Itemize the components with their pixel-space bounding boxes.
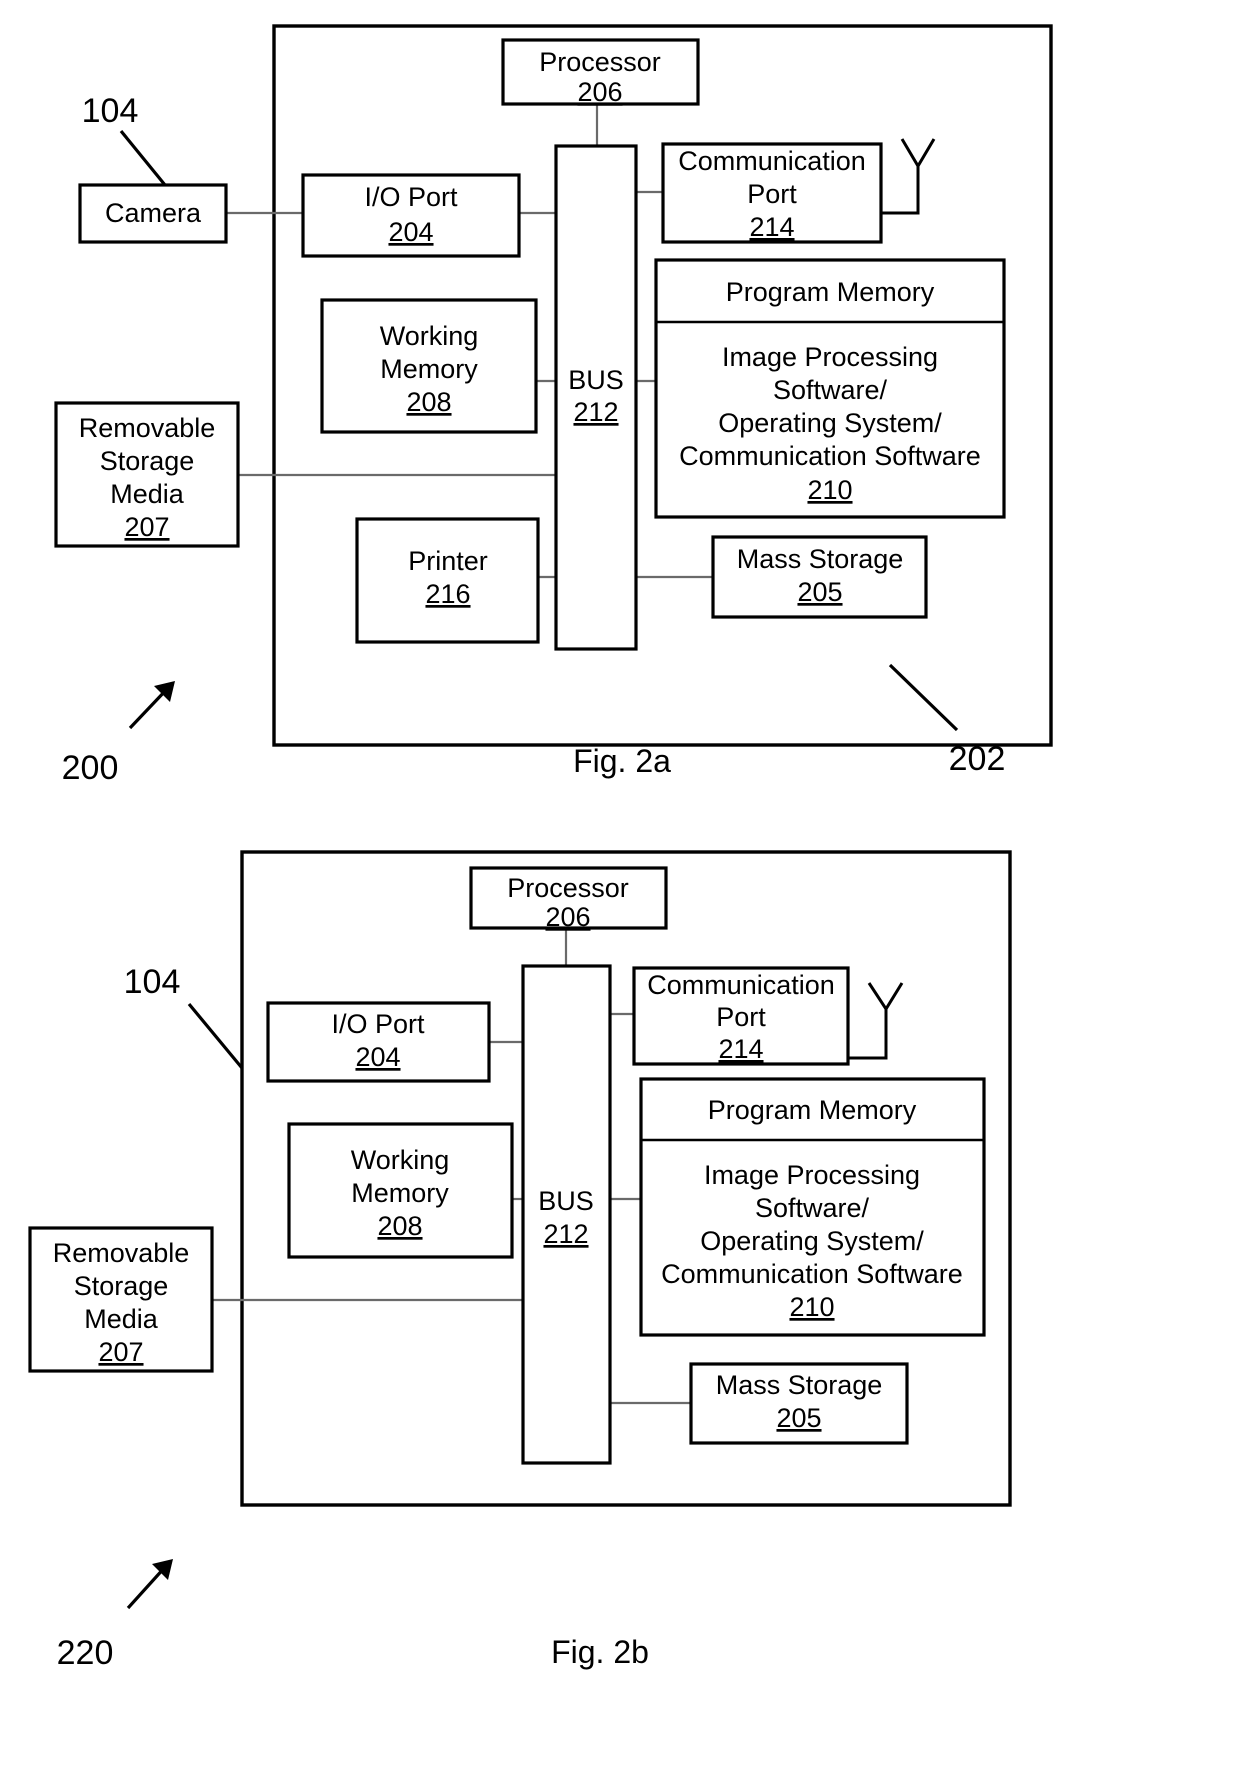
fig2b-block-io-port: I/O Port 204 [266, 1001, 491, 1083]
figures-svg: Camera 104 I/O Port 204 Processor 206 BU… [28, 24, 1053, 1672]
bus-title: BUS [538, 1186, 594, 1216]
program-memory-line-2: Software/ [755, 1193, 870, 1223]
fig2b-block-working-memory: Working Memory 208 [287, 1122, 514, 1259]
processor-title: Processor [539, 47, 661, 77]
fig2a-label-104: 104 [82, 92, 167, 187]
fig2a-ref-202: 202 [949, 740, 1006, 778]
fig2b-block-communication-port: Communication Port 214 [632, 966, 850, 1066]
fig2a-block-program-memory: Program Memory Image Processing Software… [654, 258, 1006, 519]
removable-title-2: Storage [74, 1271, 169, 1301]
processor-ref: 206 [545, 902, 590, 932]
figure-2a: Camera 104 I/O Port 204 Processor 206 BU… [54, 24, 1053, 787]
comm-port-ref: 214 [718, 1034, 763, 1064]
processor-ref: 206 [577, 77, 622, 107]
removable-title-3: Media [84, 1304, 159, 1334]
working-memory-ref: 208 [377, 1211, 422, 1241]
fig2a-block-processor: Processor 206 [501, 38, 700, 107]
mass-storage-title: Mass Storage [737, 544, 904, 574]
comm-port-title-2: Port [716, 1002, 766, 1032]
processor-title: Processor [507, 873, 629, 903]
fig2b-block-processor: Processor 206 [469, 866, 668, 932]
working-memory-title-1: Working [351, 1145, 450, 1175]
program-memory-line-3: Operating System/ [700, 1226, 924, 1256]
removable-ref: 207 [98, 1337, 143, 1367]
program-memory-header: Program Memory [726, 277, 935, 307]
mass-storage-ref: 205 [797, 577, 842, 607]
fig2b-label-220: 220 [57, 1559, 173, 1672]
program-memory-line-2: Software/ [773, 375, 888, 405]
figure-2b: 104 I/O Port 204 Processor 206 BUS 212 C… [28, 850, 1012, 1672]
fig2a-block-removable-storage: Removable Storage Media 207 [54, 401, 240, 548]
io-port-ref: 204 [388, 217, 433, 247]
fig2a-ref-104: 104 [82, 92, 139, 130]
fig2a-block-communication-port: Communication Port 214 [661, 142, 883, 244]
comm-port-title-2: Port [747, 179, 797, 209]
fig2b-block-bus: BUS 212 [521, 964, 612, 1465]
fig2a-block-mass-storage: Mass Storage 205 [711, 535, 928, 619]
removable-ref: 207 [124, 512, 169, 542]
fig2a-caption: Fig. 2a [573, 743, 671, 779]
camera-title: Camera [105, 198, 202, 228]
removable-title-1: Removable [79, 413, 216, 443]
removable-title-3: Media [110, 479, 185, 509]
working-memory-title-1: Working [380, 321, 479, 351]
printer-title: Printer [408, 546, 488, 576]
program-memory-line-1: Image Processing [704, 1160, 920, 1190]
fig2b-ref-220: 220 [57, 1634, 114, 1672]
program-memory-ref: 210 [807, 475, 852, 505]
removable-title-2: Storage [100, 446, 195, 476]
fig2a-block-bus: BUS 212 [554, 144, 638, 651]
comm-port-ref: 214 [749, 212, 794, 242]
comm-port-title-1: Communication [647, 970, 835, 1000]
fig2a-block-camera: Camera [78, 183, 228, 244]
fig2b-block-program-memory: Program Memory Image Processing Software… [639, 1077, 986, 1337]
fig2b-block-mass-storage: Mass Storage 205 [689, 1362, 909, 1445]
bus-title: BUS [568, 365, 624, 395]
working-memory-title-2: Memory [380, 354, 478, 384]
program-memory-line-1: Image Processing [722, 342, 938, 372]
io-port-ref: 204 [355, 1042, 400, 1072]
printer-ref: 216 [425, 579, 470, 609]
fig2b-caption: Fig. 2b [551, 1634, 649, 1670]
mass-storage-title: Mass Storage [716, 1370, 883, 1400]
program-memory-line-4: Communication Software [679, 441, 981, 471]
fig2a-block-printer: Printer 216 [355, 517, 540, 644]
fig2a-block-working-memory: Working Memory 208 [320, 298, 538, 434]
fig2b-label-104: 104 [124, 963, 244, 1070]
removable-title-1: Removable [53, 1238, 190, 1268]
working-memory-ref: 208 [406, 387, 451, 417]
io-port-title: I/O Port [331, 1009, 425, 1039]
fig2a-block-io-port: I/O Port 204 [301, 173, 521, 258]
fig2a-ref-200: 200 [62, 749, 119, 787]
mass-storage-ref: 205 [776, 1403, 821, 1433]
working-memory-title-2: Memory [351, 1178, 449, 1208]
bus-ref: 212 [543, 1219, 588, 1249]
program-memory-ref: 210 [789, 1292, 834, 1322]
program-memory-header: Program Memory [708, 1095, 917, 1125]
io-port-title: I/O Port [364, 182, 458, 212]
fig2b-ref-104: 104 [124, 963, 181, 1001]
fig2a-label-200: 200 [62, 681, 175, 787]
program-memory-line-4: Communication Software [661, 1259, 963, 1289]
fig2b-block-removable-storage: Removable Storage Media 207 [28, 1226, 214, 1373]
comm-port-title-1: Communication [678, 146, 866, 176]
program-memory-line-3: Operating System/ [718, 408, 942, 438]
bus-ref: 212 [573, 397, 618, 427]
patent-figure-sheet: Camera 104 I/O Port 204 Processor 206 BU… [0, 0, 1240, 1777]
